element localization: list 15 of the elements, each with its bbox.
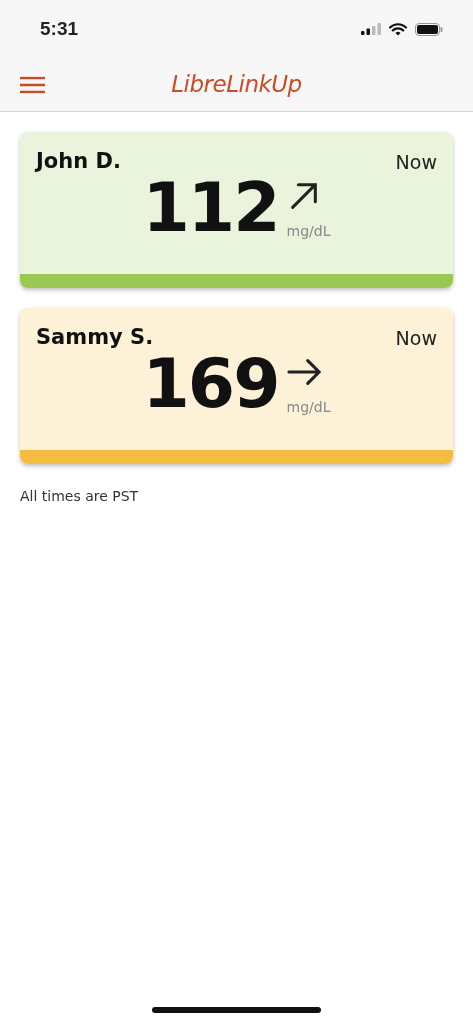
timezone-note: All times are PST bbox=[20, 487, 140, 506]
battery-icon bbox=[415, 22, 443, 36]
glucose-value: 169 bbox=[142, 349, 279, 418]
wifi-icon bbox=[389, 22, 407, 36]
reading-time: Now bbox=[395, 326, 437, 351]
unit-label: mg/dL bbox=[286, 397, 331, 417]
reading-time: Now bbox=[395, 150, 437, 175]
menu-button[interactable] bbox=[20, 76, 45, 93]
app-title: LibreLinkUp bbox=[171, 70, 302, 100]
signal-icon bbox=[361, 23, 381, 35]
glucose-value: 112 bbox=[142, 173, 279, 242]
person-name: Sammy S. bbox=[36, 324, 154, 351]
unit-label: mg/dL bbox=[286, 221, 331, 241]
status-time: 5:31 bbox=[40, 16, 79, 41]
person-name: John D. bbox=[36, 148, 121, 175]
